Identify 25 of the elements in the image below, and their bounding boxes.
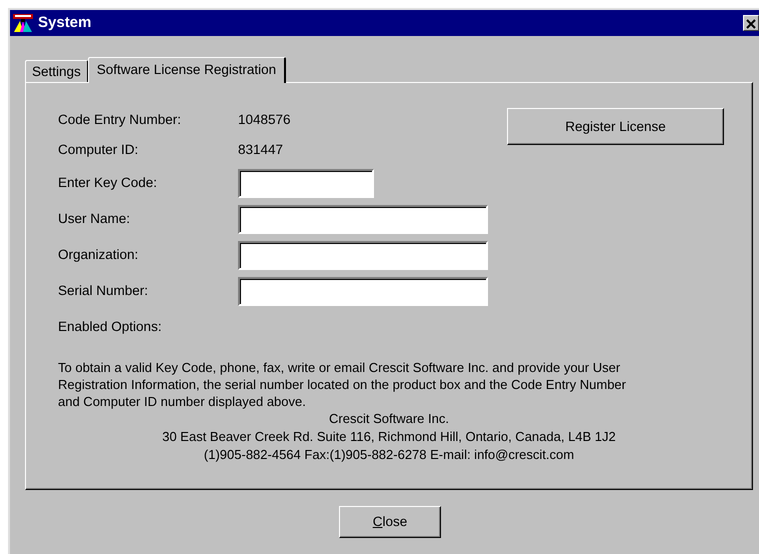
close-button[interactable]: Close (339, 506, 441, 538)
field-value: 831447 (238, 141, 284, 159)
field-label: User Name: (58, 210, 132, 228)
window-title: System (38, 13, 92, 33)
field-label: Serial Number: (58, 282, 150, 300)
app-icon (12, 13, 34, 33)
register-license-button[interactable]: Register License (507, 108, 724, 145)
field-label: Computer ID: (58, 141, 140, 159)
input-field[interactable] (238, 204, 488, 234)
close-button[interactable] (743, 15, 759, 31)
field-label: Enabled Options: (58, 318, 162, 336)
tab[interactable]: Software License Registration (88, 57, 286, 83)
input-field[interactable] (238, 276, 488, 306)
input-field[interactable] (238, 168, 374, 198)
field-value: 1048576 (238, 111, 291, 129)
contact-text: Crescit Software Inc. (329, 411, 449, 426)
instructions-text: To obtain a valid Key Code, phone, fax, write or email Crescit Software Inc. and provide your User Registration Information, the serial number located on the product box and the Code Entry Number and Computer ID number displayed above. (58, 359, 627, 410)
close-icon (746, 19, 756, 30)
field-label: Enter Key Code: (58, 174, 158, 192)
tab[interactable]: Settings (25, 60, 88, 82)
input-field[interactable] (238, 240, 488, 270)
contact-text: 30 East Beaver Creek Rd. Suite 116, Richmond Hill, Ontario, Canada, L4B 1J2 (162, 429, 616, 444)
contact-text: (1)905-882-4564 Fax:(1)905-882-6278 E-mail: info@crescit.com (204, 447, 574, 462)
field-label: Organization: (58, 246, 140, 264)
field-label: Code Entry Number: (58, 111, 182, 129)
